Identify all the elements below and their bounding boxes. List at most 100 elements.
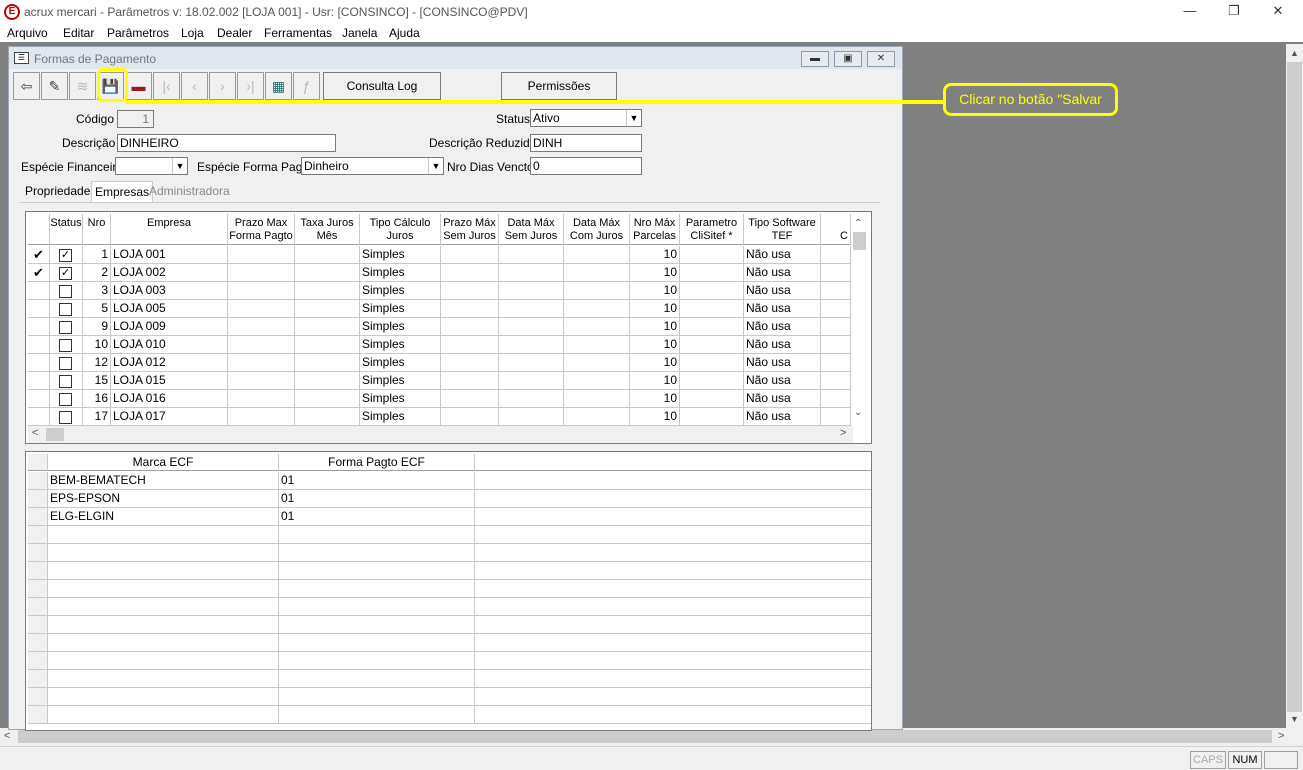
col-header-empresa[interactable]: Empresa [111, 214, 228, 245]
col-header-c[interactable]: C [821, 214, 851, 245]
table-row[interactable] [28, 634, 871, 652]
cell-empresa[interactable]: LOJA 001 [111, 246, 228, 264]
cell-empty[interactable] [680, 390, 744, 408]
cell-marca-ecf[interactable] [48, 526, 279, 544]
consulta-log-button[interactable]: Consulta Log [323, 72, 441, 100]
exit-icon[interactable]: ⇦ [13, 72, 40, 100]
cell-marca-ecf[interactable]: BEM-BEMATECH [48, 472, 279, 490]
cell-forma-pagto-ecf[interactable] [279, 670, 475, 688]
col-header-prazo-sem-juros[interactable]: Prazo Máx Sem Juros [441, 214, 499, 245]
status-checkbox[interactable] [59, 393, 72, 406]
cell-nro[interactable]: 1 [83, 246, 111, 264]
status-checkbox[interactable] [59, 339, 72, 352]
table-row[interactable]: 3 LOJA 003 Simples 10 Não usa [28, 282, 856, 300]
table-row[interactable]: ✔ ✓ 1 LOJA 001 Simples 10 Não usa [28, 246, 856, 264]
cell-empty[interactable] [564, 246, 630, 264]
cell-marca-ecf[interactable] [48, 562, 279, 580]
cell-tef[interactable]: Não usa [744, 282, 821, 300]
table-row[interactable] [28, 544, 871, 562]
cell-empty[interactable] [564, 408, 630, 426]
table-row[interactable] [28, 652, 871, 670]
last-record-icon[interactable]: ›| [237, 72, 264, 100]
cell-empty[interactable] [499, 372, 564, 390]
cell-forma-pagto-ecf[interactable] [279, 706, 475, 724]
status-cell[interactable] [50, 318, 83, 336]
menu-editar[interactable]: Editar [63, 26, 94, 40]
cell-empty[interactable] [680, 336, 744, 354]
cell-marca-ecf[interactable]: ELG-ELGIN [48, 508, 279, 526]
cell-empty[interactable] [680, 318, 744, 336]
cell-empty[interactable] [295, 300, 360, 318]
form-close-icon[interactable]: ✕ [867, 51, 895, 67]
cell-forma-pagto-ecf[interactable] [279, 688, 475, 706]
cell-empty[interactable] [441, 354, 499, 372]
table-row[interactable]: ELG-ELGIN 01 [28, 508, 871, 526]
table-row[interactable] [28, 580, 871, 598]
cell-empty[interactable] [499, 318, 564, 336]
cell-forma-pagto-ecf[interactable] [279, 616, 475, 634]
codigo-field[interactable]: 1 [117, 110, 154, 128]
cell-tef[interactable]: Não usa [744, 246, 821, 264]
cell-empty[interactable] [564, 264, 630, 282]
status-cell[interactable] [50, 336, 83, 354]
status-checkbox[interactable] [59, 303, 72, 316]
col-header-nro-parcelas[interactable]: Nro Máx Parcelas [630, 214, 680, 245]
cell-marca-ecf[interactable] [48, 598, 279, 616]
col-header-prazo-max[interactable]: Prazo Max Forma Pagto [228, 214, 295, 245]
cell-forma-pagto-ecf[interactable] [279, 580, 475, 598]
eraser-icon[interactable]: ✎ [41, 72, 68, 100]
cell-empty[interactable] [228, 372, 295, 390]
main-vertical-scrollbar[interactable]: ▲ ▼ [1286, 44, 1303, 728]
cell-forma-pagto-ecf[interactable] [279, 598, 475, 616]
cell-empty[interactable] [295, 372, 360, 390]
col-header-status[interactable]: Status [50, 214, 83, 245]
cell-empty[interactable] [499, 300, 564, 318]
tab-administradora[interactable]: Administradora [146, 181, 233, 202]
status-cell[interactable] [50, 390, 83, 408]
cell-empty[interactable] [499, 408, 564, 426]
cell-empty[interactable] [821, 336, 851, 354]
cell-tipo[interactable]: Simples [360, 336, 441, 354]
menu-arquivo[interactable]: Arquivo [7, 26, 48, 40]
scroll-down-icon[interactable]: ▼ [1290, 714, 1299, 724]
cell-empty[interactable] [564, 300, 630, 318]
cell-empresa[interactable]: LOJA 012 [111, 354, 228, 372]
cell-nro[interactable]: 3 [83, 282, 111, 300]
chevron-down-icon[interactable]: ▼ [172, 158, 187, 174]
status-select[interactable]: Ativo ▼ [530, 109, 642, 127]
cell-tef[interactable]: Não usa [744, 300, 821, 318]
status-cell[interactable] [50, 282, 83, 300]
descricao-reduzida-field[interactable]: DINH [530, 134, 642, 152]
status-cell[interactable] [50, 354, 83, 372]
cell-nro[interactable]: 10 [83, 336, 111, 354]
cell-empty[interactable] [821, 408, 851, 426]
scroll-right-icon[interactable]: > [840, 427, 846, 439]
table-row[interactable] [28, 598, 871, 616]
cell-forma-pagto-ecf[interactable] [279, 526, 475, 544]
cell-empty[interactable] [228, 354, 295, 372]
menu-loja[interactable]: Loja [181, 26, 204, 40]
tab-propriedades[interactable]: Propriedades [22, 181, 99, 202]
col-header-data-com-juros[interactable]: Data Máx Com Juros [564, 214, 630, 245]
scroll-thumb[interactable] [1287, 62, 1302, 712]
menu-ajuda[interactable]: Ajuda [389, 26, 420, 40]
cell-tipo[interactable]: Simples [360, 264, 441, 282]
menu-parametros[interactable]: Parâmetros [107, 26, 169, 40]
cell-empty[interactable] [821, 372, 851, 390]
col-header-forma-pagto-ecf[interactable]: Forma Pagto ECF [279, 454, 475, 471]
prev-record-icon[interactable]: ‹ [181, 72, 208, 100]
status-checkbox[interactable] [59, 321, 72, 334]
cell-marca-ecf[interactable] [48, 670, 279, 688]
cell-empresa[interactable]: LOJA 015 [111, 372, 228, 390]
cell-empty[interactable] [680, 264, 744, 282]
status-checkbox[interactable] [59, 285, 72, 298]
status-checkbox[interactable] [59, 357, 72, 370]
col-header-tipo-software-tef[interactable]: Tipo Software TEF [744, 214, 821, 245]
status-cell[interactable]: ✓ [50, 246, 83, 264]
cell-empty[interactable] [499, 354, 564, 372]
permissoes-button[interactable]: Permissões [501, 72, 617, 100]
cell-marca-ecf[interactable] [48, 688, 279, 706]
descricao-field[interactable]: DINHEIRO [117, 134, 336, 152]
cell-empty[interactable] [228, 318, 295, 336]
cell-forma-pagto-ecf[interactable] [279, 652, 475, 670]
